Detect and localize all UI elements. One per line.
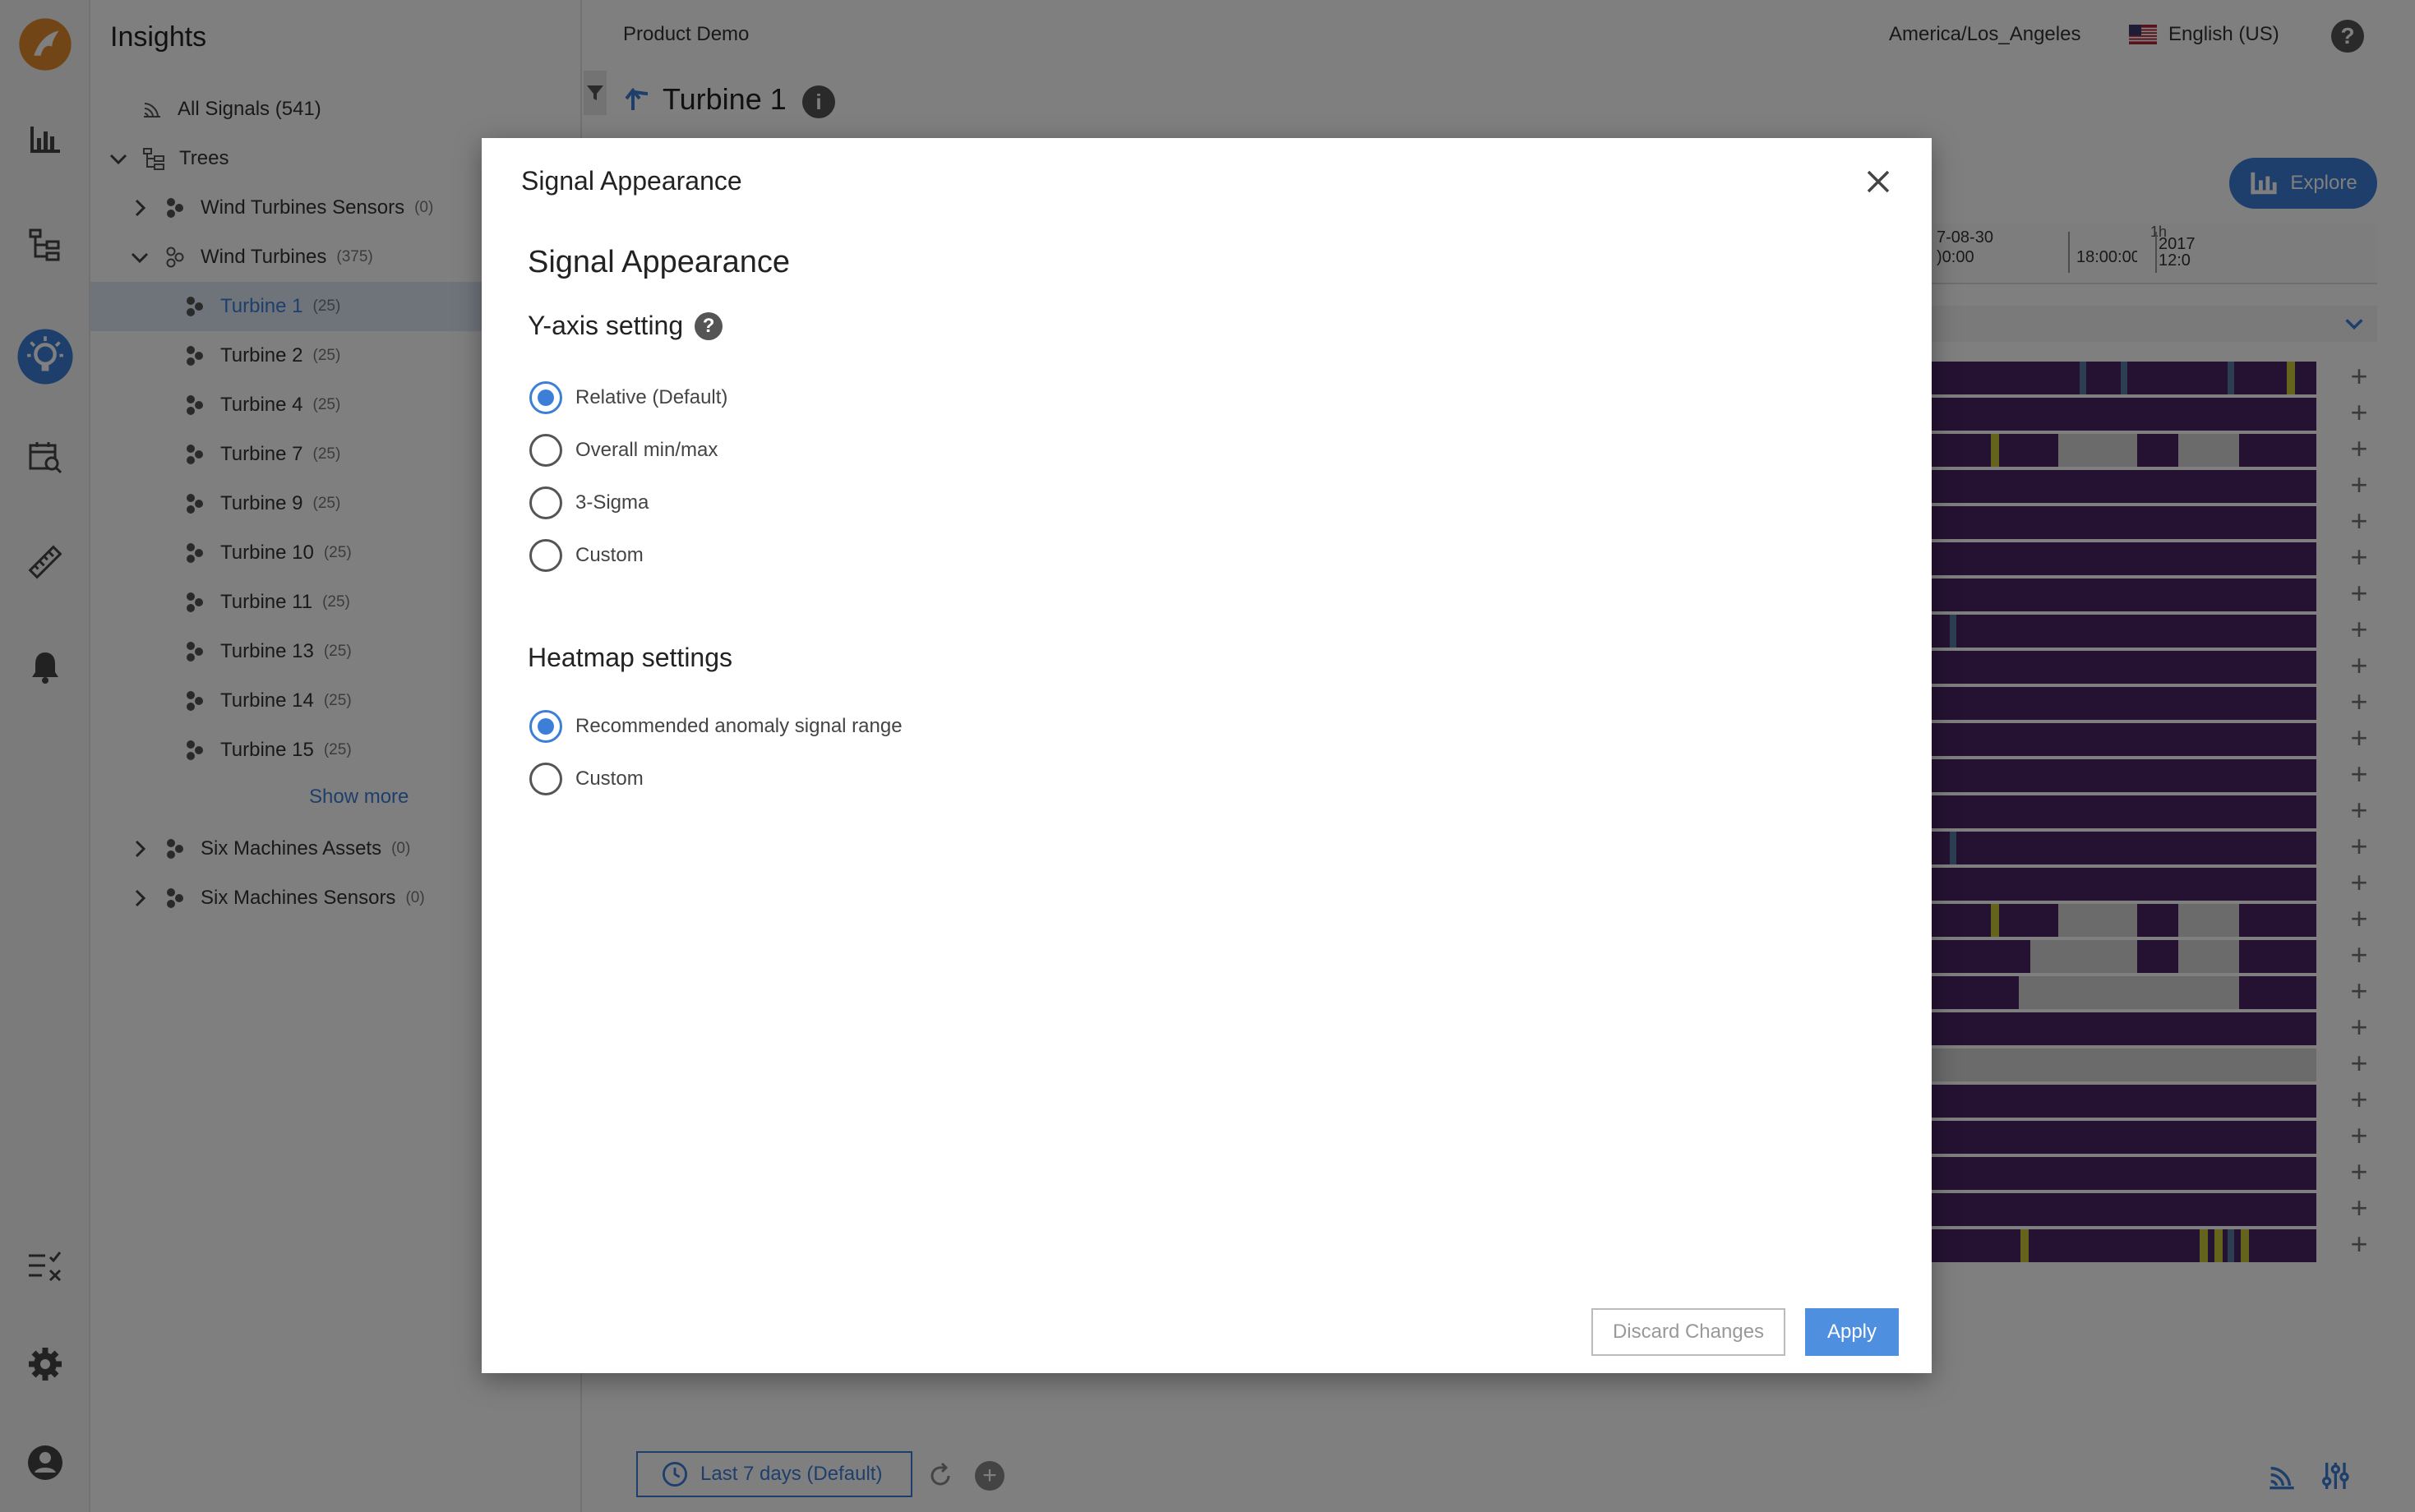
signal-appearance-dialog: Signal Appearance Signal Appearance Y-ax… [482, 138, 1932, 1373]
radio-button[interactable] [529, 539, 562, 572]
dialog-heading: Signal Appearance [528, 245, 791, 279]
radio-label: Custom [575, 544, 644, 566]
radio-label: Relative (Default) [575, 386, 728, 408]
radio-button[interactable] [529, 486, 562, 519]
radio-button[interactable] [529, 381, 562, 414]
heatmap-option-recommended[interactable]: Recommended anomaly signal range [529, 708, 903, 744]
help-icon[interactable]: ? [695, 311, 723, 340]
radio-button[interactable] [529, 434, 562, 467]
radio-label: 3-Sigma [575, 491, 649, 514]
dialog-title: Signal Appearance [521, 166, 742, 196]
apply-button[interactable]: Apply [1805, 1308, 1899, 1356]
radio-label: Custom [575, 768, 644, 790]
radio-button[interactable] [529, 763, 562, 795]
radio-label: Recommended anomaly signal range [575, 715, 903, 737]
heatmap-section-title: Heatmap settings [528, 643, 733, 672]
yaxis-option-3-sigma[interactable]: 3-Sigma [529, 485, 649, 521]
yaxis-section-title: Y-axis setting ? [528, 311, 723, 341]
yaxis-option-relative[interactable]: Relative (Default) [529, 380, 727, 416]
heatmap-option-custom[interactable]: Custom [529, 761, 644, 797]
discard-changes-button[interactable]: Discard Changes [1591, 1308, 1785, 1356]
yaxis-title-text: Y-axis setting [528, 311, 684, 340]
close-icon [1867, 170, 1890, 193]
radio-label: Overall min/max [575, 439, 718, 461]
radio-button[interactable] [529, 710, 562, 743]
yaxis-option-overall-minmax[interactable]: Overall min/max [529, 432, 718, 468]
yaxis-option-custom[interactable]: Custom [529, 537, 644, 574]
close-button[interactable] [1859, 163, 1897, 201]
